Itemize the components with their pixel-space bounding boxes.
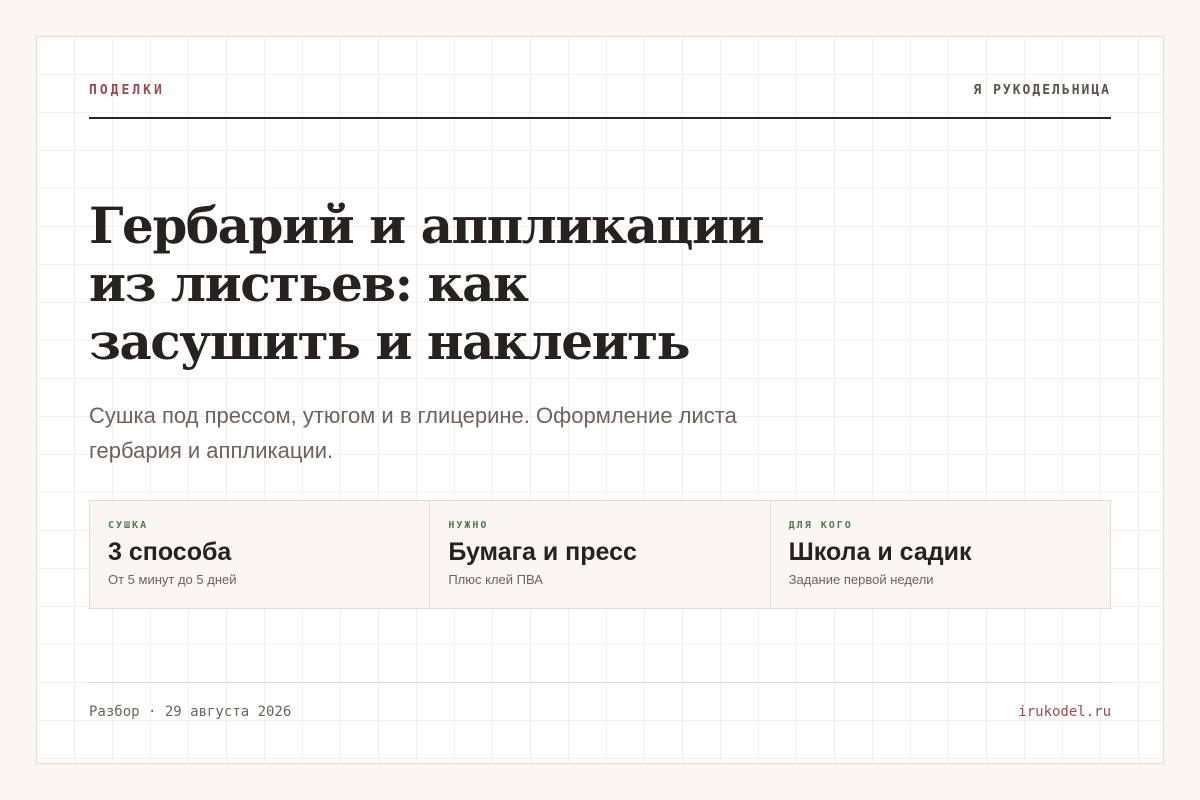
fact-materials: НУЖНО Бумага и пресс Плюс клей ПВА [430,501,771,608]
fact-audience: ДЛЯ КОГО Школа и садик Задание первой не… [771,501,1110,608]
category-label[interactable]: ПОДЕЛКИ [89,83,165,99]
fact-note: Задание первой недели [788,572,934,587]
fact-note: Плюс клей ПВА [448,572,543,587]
fact-label: ДЛЯ КОГО [788,520,853,531]
card-header: ПОДЕЛКИ Я РУКОДЕЛЬНИЦА [89,83,1111,119]
article-meta: Разбор · 29 августа 2026 [89,704,292,720]
brand-name[interactable]: Я РУКОДЕЛЬНИЦА [973,83,1111,99]
fact-value: 3 способа [108,538,232,566]
fact-note: От 5 минут до 5 дней [108,572,237,587]
fact-value: Школа и садик [788,538,972,566]
site-link[interactable]: irukodel.ru [1018,703,1111,721]
article-title: Гербарий и аппликации из листьев: как за… [89,196,765,371]
article-subtitle: Сушка под прессом, утюгом и в глицерине.… [89,403,737,463]
article-card: ПОДЕЛКИ Я РУКОДЕЛЬНИЦА Гербарий и апплик… [36,36,1164,764]
card-footer: Разбор · 29 августа 2026 irukodel.ru [89,682,1111,722]
fact-label: НУЖНО [448,520,489,531]
fact-value: Бумага и пресс [448,538,637,566]
fact-drying: СУШКА 3 способа От 5 минут до 5 дней [90,501,431,608]
facts-panel: СУШКА 3 способа От 5 минут до 5 дней НУЖ… [89,500,1111,609]
fact-label: СУШКА [108,520,149,531]
